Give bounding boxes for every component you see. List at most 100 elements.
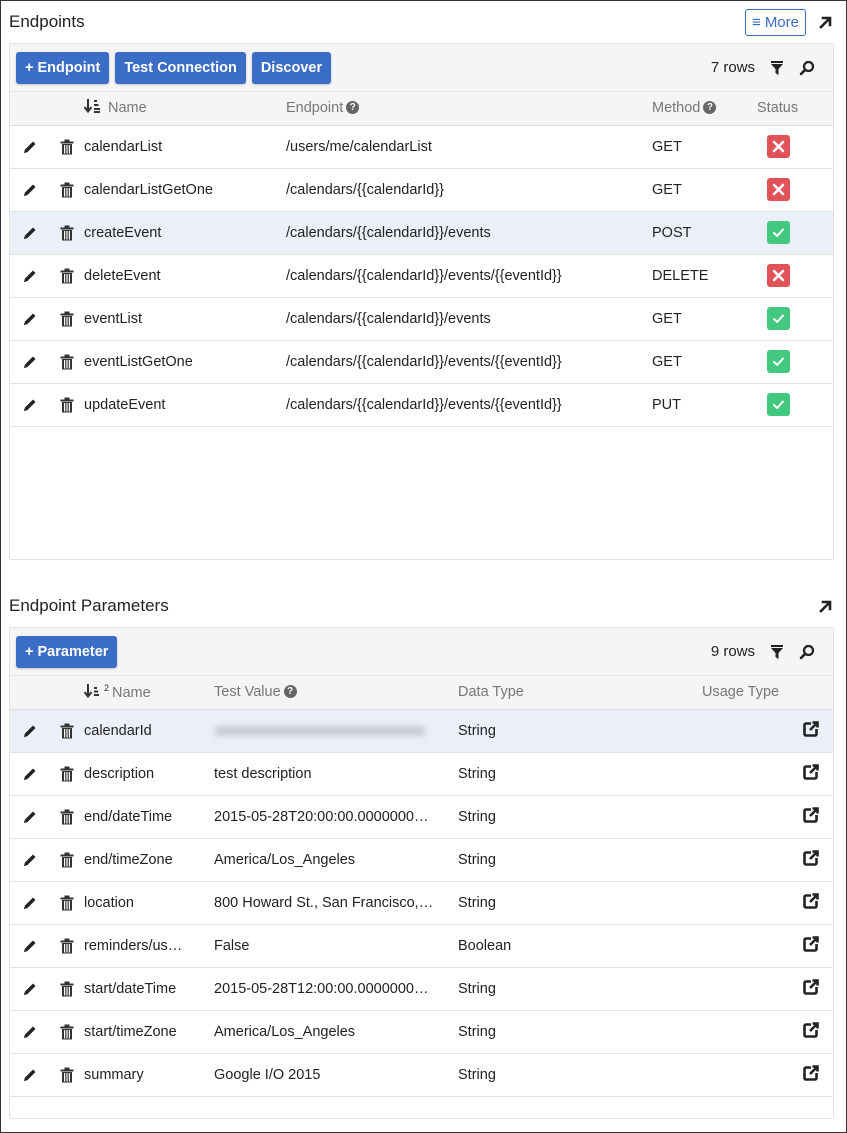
- external-link-icon[interactable]: [803, 720, 819, 741]
- column-header-status[interactable]: Status: [757, 92, 833, 126]
- column-header-usage-type[interactable]: Usage Type: [702, 676, 833, 710]
- parameter-data-type: String: [458, 795, 702, 839]
- delete-trash-icon[interactable]: [50, 895, 84, 911]
- filter-icon[interactable]: [769, 644, 785, 660]
- help-icon[interactable]: ?: [703, 101, 717, 115]
- external-link-icon[interactable]: [803, 892, 819, 913]
- delete-trash-icon[interactable]: [50, 723, 84, 739]
- test-connection-button[interactable]: Test Connection: [115, 51, 246, 84]
- row-count: 7 rows: [710, 59, 755, 76]
- search-icon[interactable]: [799, 60, 815, 76]
- column-header-endpoint[interactable]: Endpoint?: [286, 92, 652, 126]
- edit-pencil-icon[interactable]: [10, 182, 50, 198]
- add-endpoint-button[interactable]: + Endpoint: [16, 51, 110, 84]
- edit-pencil-icon[interactable]: [10, 397, 50, 413]
- help-icon[interactable]: ?: [283, 685, 297, 699]
- endpoint-row[interactable]: updateEvent/calendars/{{calendarId}}/eve…: [10, 383, 833, 427]
- parameter-row[interactable]: start/dateTime 2015-05-28T12:00:00.000000…: [10, 967, 833, 1011]
- edit-pencil-icon[interactable]: [10, 852, 50, 868]
- edit-pencil-icon[interactable]: [10, 981, 50, 997]
- column-header-name[interactable]: 2 Name: [83, 676, 214, 710]
- parameters-section: Endpoint Parameters + Parameter 9 rows 2…: [9, 585, 834, 1119]
- delete-trash-icon[interactable]: [50, 938, 84, 954]
- edit-pencil-icon[interactable]: [10, 1024, 50, 1040]
- redacted-value: [214, 725, 426, 736]
- parameter-name: start/timeZone: [84, 1010, 214, 1054]
- column-header-test-value[interactable]: Test Value?: [214, 676, 458, 710]
- endpoint-path: /calendars/{{calendarId}}/events/{{event…: [286, 340, 652, 384]
- delete-trash-icon[interactable]: [50, 397, 84, 413]
- external-link-icon[interactable]: [803, 935, 819, 956]
- edit-pencil-icon[interactable]: [10, 809, 50, 825]
- endpoints-header-row: Name Endpoint? Method? Status: [10, 92, 833, 126]
- external-link-icon[interactable]: [803, 1064, 819, 1085]
- parameter-name: end/timeZone: [84, 838, 214, 882]
- expand-arrow-icon[interactable]: [818, 598, 834, 614]
- parameter-data-type: String: [458, 1010, 702, 1054]
- external-link-icon[interactable]: [803, 849, 819, 870]
- edit-pencil-icon[interactable]: [10, 895, 50, 911]
- sort-descending-icon: [83, 99, 102, 117]
- parameter-row[interactable]: calendarId String: [10, 709, 833, 753]
- endpoint-row[interactable]: eventListGetOne/calendars/{{calendarId}}…: [10, 340, 833, 384]
- filter-icon[interactable]: [769, 60, 785, 76]
- parameter-row[interactable]: reminders/us… False Boolean: [10, 924, 833, 968]
- edit-pencil-icon[interactable]: [10, 268, 50, 284]
- delete-trash-icon[interactable]: [50, 182, 84, 198]
- edit-pencil-icon[interactable]: [10, 354, 50, 370]
- endpoint-name: calendarListGetOne: [84, 168, 286, 212]
- external-link-icon[interactable]: [803, 763, 819, 784]
- edit-pencil-icon[interactable]: [10, 1067, 50, 1083]
- parameters-toolbar: + Parameter 9 rows: [10, 628, 833, 676]
- external-link-icon[interactable]: [803, 978, 819, 999]
- parameter-row[interactable]: summary Google I/O 2015 String: [10, 1053, 833, 1097]
- delete-trash-icon[interactable]: [50, 268, 84, 284]
- more-button[interactable]: ≡ More: [745, 8, 806, 36]
- endpoint-path: /calendars/{{calendarId}}/events: [286, 211, 652, 255]
- column-header-data-type[interactable]: Data Type: [458, 676, 702, 710]
- parameter-name: description: [84, 752, 214, 796]
- delete-trash-icon[interactable]: [50, 1024, 84, 1040]
- delete-trash-icon[interactable]: [50, 354, 84, 370]
- parameter-row[interactable]: start/timeZone America/Los_Angeles String: [10, 1010, 833, 1054]
- endpoint-row[interactable]: deleteEvent/calendars/{{calendarId}}/eve…: [10, 254, 833, 298]
- edit-pencil-icon[interactable]: [10, 311, 50, 327]
- external-link-icon[interactable]: [803, 1021, 819, 1042]
- search-icon[interactable]: [799, 644, 815, 660]
- parameter-row[interactable]: end/timeZone America/Los_Angeles String: [10, 838, 833, 882]
- column-header-method[interactable]: Method?: [652, 92, 757, 126]
- endpoint-row[interactable]: calendarList/users/me/calendarList GET: [10, 125, 833, 169]
- delete-trash-icon[interactable]: [50, 139, 84, 155]
- endpoints-title: Endpoints: [9, 12, 85, 31]
- edit-pencil-icon[interactable]: [10, 225, 50, 241]
- edit-pencil-icon[interactable]: [10, 139, 50, 155]
- add-parameter-button[interactable]: + Parameter: [16, 635, 118, 668]
- delete-trash-icon[interactable]: [50, 311, 84, 327]
- external-link-icon[interactable]: [803, 806, 819, 827]
- parameter-row[interactable]: description test description String: [10, 752, 833, 796]
- endpoint-row[interactable]: calendarListGetOne/calendars/{{calendarI…: [10, 168, 833, 212]
- endpoints-header: Endpoints ≡ More: [9, 1, 834, 43]
- more-label: More: [764, 13, 799, 31]
- edit-pencil-icon[interactable]: [10, 766, 50, 782]
- delete-trash-icon[interactable]: [50, 809, 84, 825]
- help-icon[interactable]: ?: [346, 101, 360, 115]
- endpoint-row[interactable]: createEvent/calendars/{{calendarId}}/eve…: [10, 211, 833, 255]
- delete-trash-icon[interactable]: [50, 1067, 84, 1083]
- discover-button[interactable]: Discover: [251, 51, 332, 84]
- endpoint-row[interactable]: eventList/calendars/{{calendarId}}/event…: [10, 297, 833, 341]
- delete-trash-icon[interactable]: [50, 981, 84, 997]
- parameter-test-value: False: [214, 924, 458, 968]
- delete-trash-icon[interactable]: [50, 852, 84, 868]
- edit-pencil-icon[interactable]: [10, 723, 50, 739]
- parameter-row[interactable]: end/dateTime 2015-05-28T20:00:00.0000000……: [10, 795, 833, 839]
- delete-trash-icon[interactable]: [50, 225, 84, 241]
- parameter-test-value: America/Los_Angeles: [214, 1010, 458, 1054]
- endpoint-method: GET: [652, 125, 757, 169]
- expand-arrow-icon[interactable]: [818, 14, 834, 30]
- edit-pencil-icon[interactable]: [10, 938, 50, 954]
- parameter-row[interactable]: location 800 Howard St., San Francisco,… S…: [10, 881, 833, 925]
- parameters-header-row: 2 Name Test Value? Data Type Usage Type: [10, 676, 833, 710]
- column-header-name[interactable]: Name: [83, 92, 286, 126]
- delete-trash-icon[interactable]: [50, 766, 84, 782]
